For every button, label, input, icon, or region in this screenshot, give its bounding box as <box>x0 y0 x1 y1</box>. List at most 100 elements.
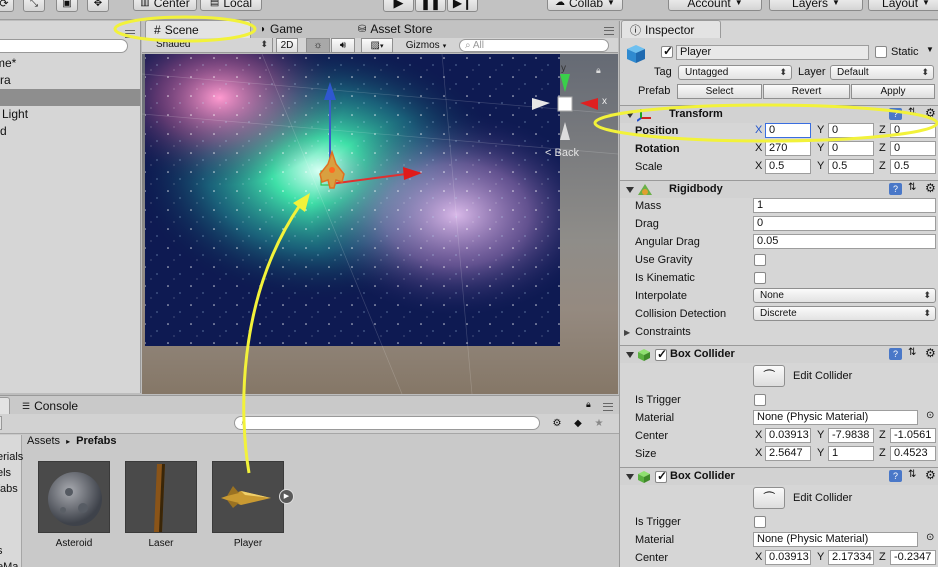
preset-icon[interactable]: ⇅ <box>908 182 916 193</box>
layers-dropdown[interactable]: Layers ▼ <box>769 0 863 11</box>
rotation-x-field[interactable]: 270 <box>765 141 811 156</box>
material-field[interactable]: None (Physic Material) <box>753 410 918 425</box>
scene-menu-icon[interactable] <box>604 27 614 35</box>
layout-dropdown[interactable]: Layout ▼ <box>868 0 938 11</box>
edit-collider-2-button[interactable]: ⏜ <box>753 487 785 509</box>
mass-field[interactable]: 1 <box>753 198 936 213</box>
drag-field[interactable]: 0 <box>753 216 936 231</box>
transform-tool-button[interactable]: ✥ <box>87 0 109 12</box>
preset-icon[interactable]: ⇅ <box>908 347 916 358</box>
rect-transform-button[interactable]: ▣ <box>56 0 78 12</box>
gear-icon[interactable]: ⚙ <box>925 106 936 120</box>
gear-icon[interactable]: ⚙ <box>925 181 936 195</box>
object-picker-icon[interactable]: ⊙ <box>926 410 934 421</box>
play-button[interactable]: ▶ <box>383 0 414 12</box>
object-picker-icon[interactable]: ⊙ <box>926 532 934 543</box>
is-trigger-2-checkbox[interactable] <box>754 516 766 528</box>
tag-dropdown[interactable]: Untagged <box>678 65 792 80</box>
gear-icon[interactable]: ⚙ <box>925 468 936 482</box>
help-icon[interactable]: ? <box>889 470 902 482</box>
folder-item[interactable]: fabs <box>0 483 18 495</box>
prefab-revert-button[interactable]: Revert <box>763 84 850 99</box>
breadcrumb-assets[interactable]: Assets <box>27 435 60 447</box>
prefab-apply-button[interactable]: Apply <box>851 84 935 99</box>
tab-project[interactable] <box>0 397 10 415</box>
pause-button[interactable]: ❚❚ <box>415 0 446 12</box>
layer-dropdown[interactable]: Default <box>830 65 934 80</box>
player-ship-sprite[interactable] <box>314 150 350 194</box>
rect-tool-button[interactable]: ⤡ <box>23 0 45 12</box>
filter-type-button[interactable]: ⚙ <box>548 416 566 431</box>
preset-icon[interactable]: ⇅ <box>908 469 916 480</box>
center-2-y-field[interactable]: 2.17334 <box>828 550 874 565</box>
preset-icon[interactable]: ⇅ <box>908 107 916 118</box>
project-search-input[interactable]: ⌕ <box>234 416 540 430</box>
tab-console[interactable]: ☰ Console <box>14 397 86 415</box>
scale-z-field[interactable]: 0.5 <box>890 159 936 174</box>
account-dropdown[interactable]: Account ▼ <box>668 0 762 11</box>
size-y-field[interactable]: 1 <box>828 446 874 461</box>
lock-icon[interactable]: 🔒︎ <box>596 65 601 76</box>
hierarchy-item-selected[interactable] <box>0 89 140 106</box>
tab-scene[interactable]: # Scene <box>145 20 251 38</box>
edit-collider-button[interactable]: ⏜ <box>753 365 785 387</box>
help-icon[interactable]: ? <box>889 108 902 120</box>
axis-z-label[interactable]: Z <box>879 447 886 459</box>
rotate-tool-button[interactable]: ⟳ <box>0 0 14 12</box>
hierarchy-item-scene[interactable]: me* <box>0 55 140 72</box>
position-y-field[interactable]: 0 <box>828 123 874 138</box>
box-collider-enabled-checkbox[interactable] <box>655 347 667 361</box>
scene-search-input[interactable]: ⌕ All <box>459 39 609 52</box>
axis-z-label[interactable]: Z <box>879 551 886 563</box>
scale-y-field[interactable]: 0.5 <box>828 159 874 174</box>
gizmos-dropdown[interactable]: Gizmos ▾ <box>400 38 452 53</box>
asset-expand-button[interactable]: ▶ <box>279 489 294 504</box>
axis-z-label[interactable]: Z <box>879 124 886 136</box>
axis-z-label[interactable]: Z <box>879 142 886 154</box>
mode-2d-toggle[interactable]: 2D <box>276 38 298 53</box>
folder-item[interactable]: erials <box>0 451 23 463</box>
axis-y-label[interactable]: Y <box>817 447 824 459</box>
step-button[interactable]: ▶❙ <box>447 0 478 12</box>
folder-item[interactable]: s <box>0 545 3 557</box>
folder-item[interactable]: eMa <box>0 561 18 567</box>
axis-z-label[interactable]: Z <box>879 160 886 172</box>
filter-label-button[interactable]: ◆ <box>569 416 587 431</box>
project-menu-icon[interactable] <box>603 403 613 411</box>
breadcrumb-prefabs[interactable]: Prefabs <box>76 435 116 447</box>
tab-inspector[interactable]: ⓘ Inspector <box>621 20 721 38</box>
collision-detection-dropdown[interactable]: Discrete <box>753 306 936 321</box>
hierarchy-menu-icon[interactable] <box>125 30 135 38</box>
collab-dropdown[interactable]: ☁ Collab ▼ <box>547 0 623 11</box>
static-checkbox[interactable] <box>875 46 887 58</box>
view-back-label[interactable]: < Back <box>545 147 579 159</box>
asset-laser[interactable] <box>125 461 197 533</box>
center-2-z-field[interactable]: -0.2347 <box>890 550 936 565</box>
axis-y-label[interactable]: Y <box>817 551 824 563</box>
position-z-field[interactable]: 0 <box>890 123 936 138</box>
center-z-field[interactable]: -1.0561 <box>890 428 936 443</box>
interpolate-dropdown[interactable]: None <box>753 288 936 303</box>
angular-drag-field[interactable]: 0.05 <box>753 234 936 249</box>
position-x-field[interactable]: 0 <box>765 123 811 138</box>
hierarchy-item-background[interactable]: d <box>0 123 140 140</box>
pivot-center-toggle[interactable]: ▥ Center <box>133 0 197 11</box>
lock-icon[interactable]: 🔒︎ <box>586 399 591 410</box>
axis-y-label[interactable]: Y <box>817 160 824 172</box>
hierarchy-item-camera[interactable]: ra <box>0 72 140 89</box>
rotation-y-field[interactable]: 0 <box>828 141 874 156</box>
size-z-field[interactable]: 0.4523 <box>890 446 936 461</box>
tab-game[interactable]: ◗ Game <box>252 20 311 38</box>
tab-asset-store[interactable]: ⛁ Asset Store <box>350 20 440 38</box>
orientation-gizmo[interactable] <box>530 66 610 156</box>
rotation-z-field[interactable]: 0 <box>890 141 936 156</box>
gameobject-name-field[interactable]: Player <box>676 45 869 60</box>
constraints-foldout[interactable]: ▶ Constraints <box>624 325 691 339</box>
axis-x-label[interactable]: X <box>755 142 762 154</box>
axis-x-label[interactable]: X <box>755 551 762 563</box>
pivot-rotation-toggle[interactable]: ▤ Local <box>200 0 262 11</box>
hierarchy-item-light[interactable]: Light <box>0 106 140 123</box>
axis-y-label[interactable]: Y <box>817 124 824 136</box>
axis-x-label[interactable]: X <box>755 447 762 459</box>
effects-dropdown[interactable]: ▨ ▾ <box>361 38 393 53</box>
